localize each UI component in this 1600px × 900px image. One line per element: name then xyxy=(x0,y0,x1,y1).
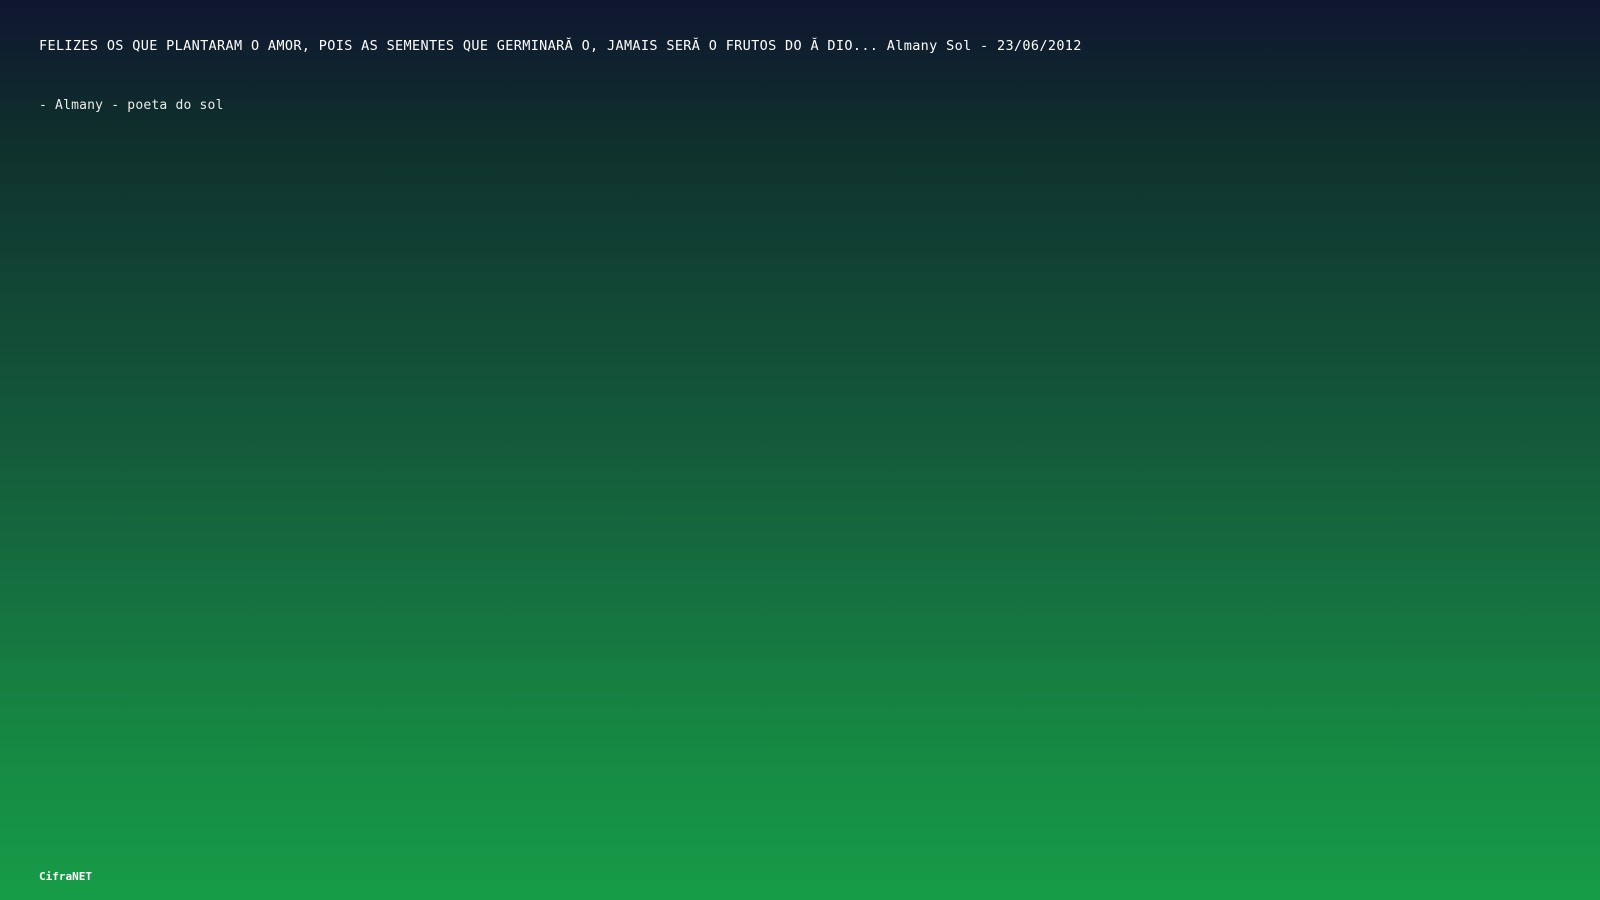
brand-logo-text: CifraNET xyxy=(39,870,92,883)
quote-text: FELIZES OS QUE PLANTARAM O AMOR, POIS AS… xyxy=(39,38,1082,54)
quote-author: - Almany - poeta do sol xyxy=(39,98,224,113)
